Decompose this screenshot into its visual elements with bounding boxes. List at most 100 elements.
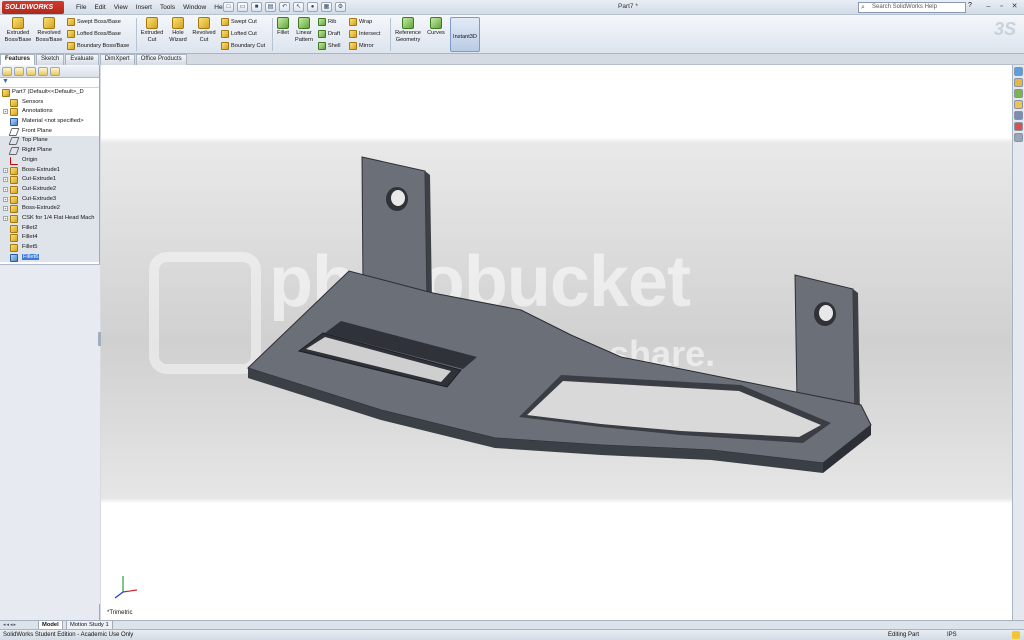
tree-item-top-plane[interactable]: Top Plane	[0, 136, 99, 147]
tab-scroll-arrows-icon[interactable]: ◂◂◂▸	[3, 622, 17, 628]
options-icon[interactable]: ⚙	[335, 2, 346, 12]
revolved-cut-button[interactable]: Revolved Cut	[191, 17, 217, 43]
linear-pattern-label: Linear Pattern	[294, 30, 314, 43]
boundary-boss-icon	[67, 42, 75, 50]
menu-tools[interactable]: Tools	[156, 2, 179, 13]
reference-geometry-button[interactable]: Reference Geometry	[393, 17, 423, 43]
extruded-boss-button[interactable]: Extruded Boss/Base	[3, 17, 33, 43]
tab-evaluate[interactable]: Evaluate	[65, 54, 99, 65]
swept-boss-label: Swept Boss/Base	[77, 19, 121, 25]
restore-icon[interactable]: ▫	[996, 2, 1007, 12]
expand-icon[interactable]: +	[3, 177, 8, 183]
extruded-cut-button[interactable]: Extruded Cut	[139, 17, 165, 43]
tree-item-right-plane[interactable]: Right Plane	[0, 146, 99, 156]
tree-item-csk-hole[interactable]: + CSK for 1/4 Flat Head Mach	[0, 213, 99, 224]
shell-button[interactable]: Shell	[318, 42, 340, 50]
undo-icon[interactable]: ↶	[279, 2, 290, 12]
rebuild-status-icon[interactable]	[1012, 631, 1020, 639]
extruded-boss-icon	[12, 17, 24, 29]
revolved-boss-button[interactable]: Revolved Boss/Base	[34, 17, 64, 43]
design-library-icon[interactable]	[1014, 78, 1023, 87]
view-palette-icon[interactable]	[1014, 111, 1023, 120]
tree-item-material[interactable]: Material <not specified>	[0, 117, 99, 127]
command-manager: Extruded Boss/Base Revolved Boss/Base Sw…	[0, 15, 1024, 54]
rib-label: Rib	[328, 19, 337, 25]
tree-item-front-plane[interactable]: Front Plane	[0, 127, 99, 137]
boundary-cut-button[interactable]: Boundary Cut	[221, 42, 265, 50]
mirror-label: Mirror	[359, 43, 374, 49]
tree-item-origin[interactable]: Origin	[0, 155, 99, 166]
draft-button[interactable]: Draft	[318, 30, 340, 38]
minimize-icon[interactable]: –	[983, 2, 994, 12]
dimxpert-manager-tab-icon[interactable]	[38, 67, 48, 76]
fillet-button[interactable]: Fillet	[274, 17, 292, 37]
help-icon[interactable]: ?	[968, 2, 972, 9]
swept-cut-button[interactable]: Swept Cut	[221, 18, 257, 26]
open-icon[interactable]: ▭	[237, 2, 248, 12]
menu-view[interactable]: View	[110, 2, 132, 13]
menu-insert[interactable]: Insert	[132, 2, 156, 13]
menu-file[interactable]: File	[72, 2, 90, 13]
lofted-boss-button[interactable]: Lofted Boss/Base	[67, 30, 121, 38]
custom-properties-icon[interactable]	[1014, 133, 1023, 142]
print-icon[interactable]: ▤	[265, 2, 276, 12]
menu-edit[interactable]: Edit	[90, 2, 109, 13]
file-properties-icon[interactable]: ▦	[321, 2, 332, 12]
tree-item-boss-extrude2[interactable]: + Boss-Extrude2	[0, 204, 99, 214]
expand-icon[interactable]: +	[3, 167, 8, 173]
tab-features[interactable]: Features	[0, 54, 36, 65]
expand-icon[interactable]: +	[3, 186, 8, 192]
tree-item-fillet2[interactable]: Fillet2	[0, 223, 99, 234]
solidworks-resources-icon[interactable]	[1014, 67, 1023, 76]
expand-icon[interactable]: +	[3, 109, 8, 115]
tree-item-fillet6[interactable]: Fillet6	[0, 252, 99, 263]
tree-item-fillet5[interactable]: Fillet5	[0, 243, 99, 253]
mirror-button[interactable]: Mirror	[349, 42, 374, 50]
wrap-button[interactable]: Wrap	[349, 18, 372, 26]
intersect-button[interactable]: Intersect	[349, 30, 380, 38]
close-icon[interactable]: ✕	[1009, 2, 1020, 12]
instant3d-button[interactable]: Instant3D	[450, 17, 480, 52]
menu-window[interactable]: Window	[179, 2, 210, 13]
search-placeholder: Search SolidWorks Help	[872, 4, 937, 10]
save-icon[interactable]: ■	[251, 2, 262, 12]
linear-pattern-button[interactable]: Linear Pattern	[293, 17, 315, 43]
tree-root-part[interactable]: Part7 (Default<<Default>_D	[0, 88, 99, 98]
search-help-input[interactable]: ⌕ Search SolidWorks Help	[858, 2, 966, 13]
search-icon[interactable]	[1014, 100, 1023, 109]
curves-button[interactable]: Curves	[425, 17, 447, 37]
select-icon[interactable]: ↖	[293, 2, 304, 12]
tab-sketch[interactable]: Sketch	[36, 54, 65, 65]
expand-icon[interactable]: +	[3, 196, 8, 202]
tree-item-annotations[interactable]: + Annotations	[0, 107, 99, 117]
tree-item-cut-extrude1[interactable]: + Cut-Extrude1	[0, 175, 99, 185]
graphics-area[interactable]: photobucket store. share. ⌕ ⌕ ↺ ◧ ◈ ▣ ◉ …	[101, 65, 1012, 620]
status-units[interactable]: IPS	[947, 630, 957, 640]
expand-icon[interactable]: +	[3, 215, 8, 221]
tree-item-boss-extrude1[interactable]: + Boss-Extrude1	[0, 165, 99, 176]
lofted-cut-button[interactable]: Lofted Cut	[221, 30, 257, 38]
hole-wizard-button[interactable]: Hole Wizard	[166, 17, 190, 43]
file-explorer-icon[interactable]	[1014, 89, 1023, 98]
tree-item-cut-extrude3[interactable]: + Cut-Extrude3	[0, 194, 99, 205]
tree-item-fillet4[interactable]: Fillet4	[0, 233, 99, 243]
new-document-icon[interactable]: □	[223, 2, 234, 12]
rib-button[interactable]: Rib	[318, 18, 336, 26]
expand-icon[interactable]: +	[3, 206, 8, 212]
feature-manager-tab-icon[interactable]	[2, 67, 12, 76]
swept-boss-button[interactable]: Swept Boss/Base	[67, 18, 121, 26]
tree-item-cut-extrude2[interactable]: + Cut-Extrude2	[0, 184, 99, 195]
property-manager-tab-icon[interactable]	[14, 67, 24, 76]
lofted-cut-label: Lofted Cut	[231, 31, 257, 37]
tab-dimxpert[interactable]: DimXpert	[99, 54, 135, 65]
solidworks-logo[interactable]: SOLIDWORKS	[2, 1, 64, 14]
filter-bar[interactable]: ▼	[0, 78, 99, 88]
appearances-icon[interactable]	[1014, 122, 1023, 131]
tab-office-products[interactable]: Office Products	[135, 54, 187, 65]
display-manager-tab-icon[interactable]	[50, 67, 60, 76]
search-icon: ⌕	[861, 4, 865, 11]
boundary-boss-button[interactable]: Boundary Boss/Base	[67, 42, 129, 50]
rebuild-icon[interactable]: ●	[307, 2, 318, 12]
configuration-manager-tab-icon[interactable]	[26, 67, 36, 76]
tree-item-sensors[interactable]: Sensors	[0, 98, 99, 108]
